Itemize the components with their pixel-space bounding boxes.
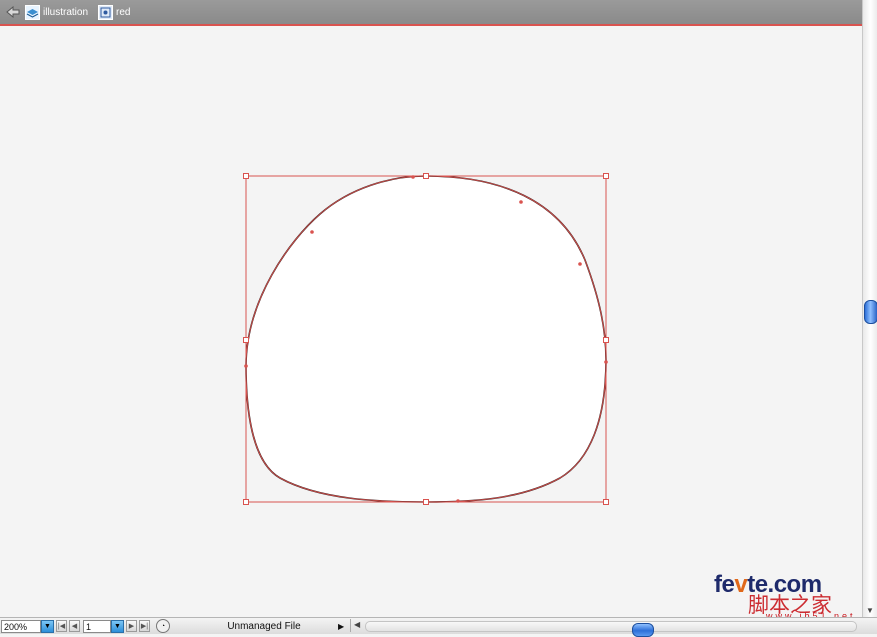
first-page-icon[interactable]: |◀	[56, 620, 67, 632]
watermark: fevte.com 脚本之家 www.jb51.net	[714, 571, 864, 621]
page-dropdown-icon[interactable]: ▼	[111, 619, 124, 633]
symbol-icon	[98, 4, 114, 20]
anchor-point[interactable]	[244, 364, 248, 368]
horizontal-scroll-thumb[interactable]	[632, 623, 654, 637]
anchor-point[interactable]	[578, 262, 582, 266]
breadcrumb-item-illustration[interactable]: illustration	[25, 4, 89, 20]
handle-middle-left[interactable]	[243, 337, 249, 343]
breadcrumb-bar: illustration red	[0, 0, 862, 26]
handle-bottom-center[interactable]	[423, 499, 429, 505]
scroll-left-arrow-icon[interactable]: ◀	[354, 620, 360, 629]
prev-page-icon[interactable]: ◀	[69, 620, 80, 632]
breadcrumb-label: red	[116, 6, 131, 18]
handle-bottom-right[interactable]	[603, 499, 609, 505]
status-bar: 200% ▼ |◀ ◀ 1 ▼ ▶ ▶| ◔ Unmanaged File ▶ …	[0, 617, 877, 637]
vertical-scrollbar[interactable]: ▼	[862, 0, 877, 617]
handle-bottom-left[interactable]	[243, 499, 249, 505]
back-arrow-icon[interactable]	[5, 4, 21, 20]
next-page-icon[interactable]: ▶	[126, 620, 137, 632]
anchor-point[interactable]	[519, 200, 523, 204]
anchor-point[interactable]	[310, 230, 314, 234]
zoom-dropdown-icon[interactable]: ▼	[41, 619, 54, 633]
zoom-field[interactable]: 200%	[1, 619, 41, 633]
anchor-point[interactable]	[456, 499, 460, 503]
anchor-point[interactable]	[411, 175, 415, 179]
scroll-down-arrow-icon[interactable]: ▼	[866, 606, 874, 615]
handle-top-left[interactable]	[243, 173, 249, 179]
horizontal-scrollbar[interactable]: ◀	[350, 619, 863, 637]
layer-icon	[25, 4, 40, 20]
breadcrumb-label: illustration	[43, 6, 89, 18]
stage-canvas[interactable]	[0, 26, 862, 617]
vertical-scroll-thumb[interactable]	[864, 300, 877, 324]
handle-middle-right[interactable]	[603, 337, 609, 343]
handle-top-right[interactable]	[603, 173, 609, 179]
anchor-point[interactable]	[604, 360, 608, 364]
horizontal-scroll-track[interactable]	[365, 621, 857, 637]
last-page-icon[interactable]: ▶|	[139, 620, 150, 632]
page-number-field[interactable]: 1	[83, 619, 111, 633]
version-cue-icon[interactable]: ◔	[156, 619, 170, 633]
blob-shape[interactable]	[245, 175, 607, 503]
breadcrumb-item-red[interactable]: red	[98, 4, 131, 20]
status-menu-arrow-icon[interactable]: ▶	[338, 622, 344, 631]
handle-top-center[interactable]	[423, 173, 429, 179]
file-status: Unmanaged File	[227, 620, 301, 632]
